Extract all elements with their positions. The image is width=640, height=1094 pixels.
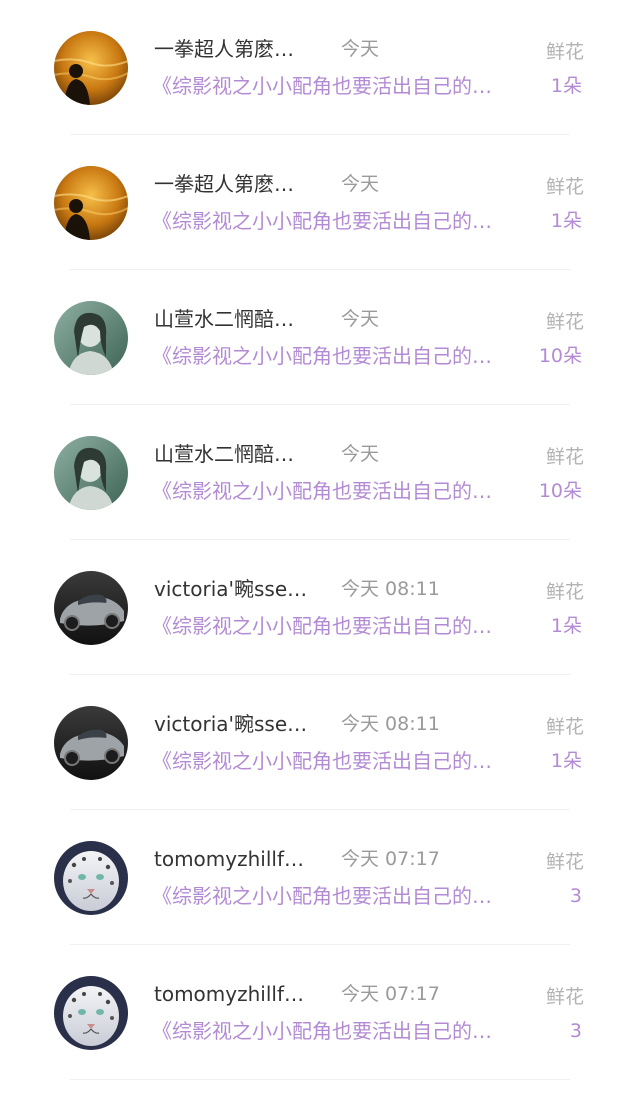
gift-count: 1朵	[550, 210, 582, 232]
user-name: victoria'畹sse…	[154, 712, 308, 736]
list-item[interactable]: 一拳超人第麽… 今天 鲜花 《综影视之小小配角也要活出自己的… 1朵	[0, 0, 640, 135]
book-title-link[interactable]: 《综影视之小小配角也要活出自己的…	[152, 205, 532, 237]
gift-type-label: 鲜花	[545, 41, 584, 63]
user-name: 一拳超人第麽…	[154, 37, 294, 61]
snow-leopard-avatar[interactable]	[54, 841, 128, 915]
sports-car-avatar[interactable]	[54, 571, 128, 645]
gift-count: 1朵	[550, 75, 582, 97]
list-item[interactable]: victoria'畹sse… 今天 08:11 鲜花 《综影视之小小配角也要活出…	[0, 540, 640, 675]
user-name: tomomyzhillf…	[154, 847, 304, 871]
timestamp: 今天	[341, 443, 380, 465]
sunset-silhouette-avatar[interactable]	[54, 166, 128, 240]
gift-type-label: 鲜花	[545, 716, 584, 738]
user-name: 一拳超人第麽…	[154, 172, 294, 196]
gift-count: 10朵	[538, 345, 582, 367]
book-title-link[interactable]: 《综影视之小小配角也要活出自己的…	[152, 1015, 532, 1047]
gift-type-label: 鲜花	[545, 581, 584, 603]
user-name: victoria'畹sse…	[154, 577, 308, 601]
user-name: tomomyzhillf…	[154, 982, 304, 1006]
list-item[interactable]: tomomyzhillf… 今天 07:17 鲜花 《综影视之小小配角也要活出自…	[0, 945, 640, 1080]
gift-count: 1朵	[550, 750, 582, 772]
gift-count: 3	[569, 885, 582, 907]
divider	[70, 1079, 570, 1080]
user-name: 山萱水二惘醅…	[154, 442, 294, 466]
timestamp: 今天 08:11	[341, 578, 440, 600]
timestamp: 今天 07:17	[341, 983, 440, 1005]
list-item[interactable]: 一拳超人第麽… 今天 鲜花 《综影视之小小配角也要活出自己的… 1朵	[0, 135, 640, 270]
gift-type-label: 鲜花	[545, 986, 584, 1008]
book-title-link[interactable]: 《综影视之小小配角也要活出自己的…	[152, 475, 532, 507]
gift-count: 1朵	[550, 615, 582, 637]
timestamp: 今天	[341, 173, 380, 195]
gift-count: 10朵	[538, 480, 582, 502]
girl-portrait-avatar[interactable]	[54, 301, 128, 375]
gift-count: 3	[569, 1020, 582, 1042]
sunset-silhouette-avatar[interactable]	[54, 31, 128, 105]
girl-portrait-avatar[interactable]	[54, 436, 128, 510]
gift-type-label: 鲜花	[545, 311, 584, 333]
gift-record-list: 一拳超人第麽… 今天 鲜花 《综影视之小小配角也要活出自己的… 1朵 一拳超人第…	[0, 0, 640, 1080]
sports-car-avatar[interactable]	[54, 706, 128, 780]
gift-type-label: 鲜花	[545, 851, 584, 873]
book-title-link[interactable]: 《综影视之小小配角也要活出自己的…	[152, 745, 532, 777]
timestamp: 今天	[341, 38, 380, 60]
book-title-link[interactable]: 《综影视之小小配角也要活出自己的…	[152, 70, 532, 102]
timestamp: 今天	[341, 308, 380, 330]
book-title-link[interactable]: 《综影视之小小配角也要活出自己的…	[152, 880, 532, 912]
user-name: 山萱水二惘醅…	[154, 307, 294, 331]
list-item[interactable]: 山萱水二惘醅… 今天 鲜花 《综影视之小小配角也要活出自己的… 10朵	[0, 270, 640, 405]
list-item[interactable]: tomomyzhillf… 今天 07:17 鲜花 《综影视之小小配角也要活出自…	[0, 810, 640, 945]
timestamp: 今天 08:11	[341, 713, 440, 735]
snow-leopard-avatar[interactable]	[54, 976, 128, 1050]
gift-type-label: 鲜花	[545, 176, 584, 198]
book-title-link[interactable]: 《综影视之小小配角也要活出自己的…	[152, 610, 532, 642]
book-title-link[interactable]: 《综影视之小小配角也要活出自己的…	[152, 340, 532, 372]
gift-type-label: 鲜花	[545, 446, 584, 468]
list-item[interactable]: victoria'畹sse… 今天 08:11 鲜花 《综影视之小小配角也要活出…	[0, 675, 640, 810]
list-item[interactable]: 山萱水二惘醅… 今天 鲜花 《综影视之小小配角也要活出自己的… 10朵	[0, 405, 640, 540]
timestamp: 今天 07:17	[341, 848, 440, 870]
